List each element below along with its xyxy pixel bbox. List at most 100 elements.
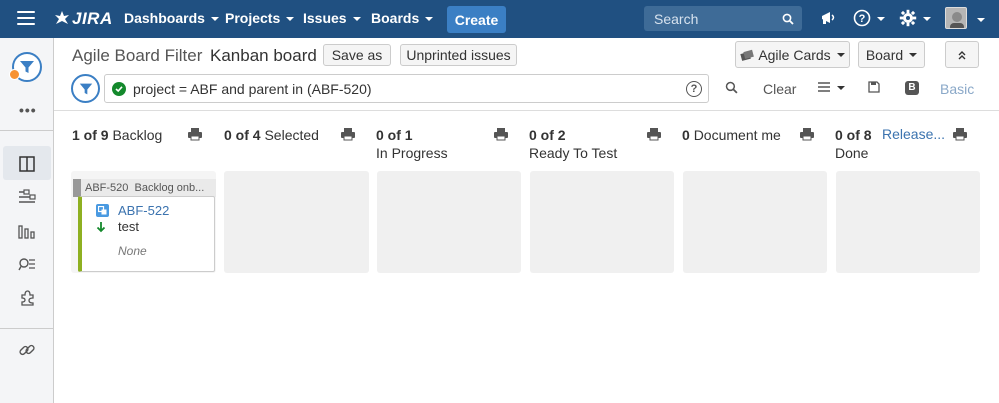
list-icon bbox=[818, 82, 830, 92]
filter-icon bbox=[20, 61, 34, 73]
swimlane-title: Backlog onb... bbox=[134, 182, 205, 194]
basic-mode-link[interactable]: Basic bbox=[940, 81, 974, 97]
column-count: 1 of 9 bbox=[72, 127, 109, 143]
gear-icon bbox=[899, 9, 917, 27]
filter-name: Agile Board Filter bbox=[72, 46, 203, 65]
logo-text: JIRA bbox=[72, 9, 113, 28]
print-icon[interactable] bbox=[493, 127, 509, 141]
valid-query-icon bbox=[112, 81, 126, 96]
column-header-done: 0 of 8 Done bbox=[835, 126, 872, 162]
clear-button[interactable]: Clear bbox=[763, 81, 796, 97]
column-selected bbox=[224, 171, 369, 273]
column-name: Done bbox=[835, 145, 869, 161]
chevron-down-icon bbox=[352, 16, 361, 21]
search-icon bbox=[782, 13, 794, 25]
column-header-in-progress: 0 of 1 In Progress bbox=[376, 126, 448, 162]
swimlane-header[interactable]: ABF-520 Backlog onb... bbox=[73, 179, 216, 197]
nav-issues-label: Issues bbox=[303, 10, 347, 26]
nav-projects[interactable]: Projects bbox=[225, 10, 295, 26]
nav-boards-label: Boards bbox=[371, 10, 420, 26]
query-options-menu[interactable] bbox=[817, 81, 845, 93]
print-icon[interactable] bbox=[187, 127, 203, 141]
issue-field-value: None bbox=[118, 244, 147, 258]
column-header-ready-to-test: 0 of 2 Ready To Test bbox=[529, 126, 617, 162]
add-ons-icon[interactable] bbox=[17, 288, 37, 308]
backlog-icon[interactable] bbox=[17, 187, 37, 207]
settings-menu[interactable] bbox=[899, 9, 931, 27]
filter-icon bbox=[79, 83, 92, 94]
column-done bbox=[836, 171, 980, 273]
unprinted-issues-button[interactable]: Unprinted issues bbox=[400, 44, 517, 66]
jql-query-input[interactable]: project = ABF and parent in (ABF-520) ? bbox=[104, 74, 709, 103]
save-query-button[interactable] bbox=[868, 81, 880, 93]
chevron-down-icon bbox=[286, 16, 295, 21]
board-icon[interactable] bbox=[17, 154, 37, 174]
board-name: Kanban board bbox=[210, 46, 317, 65]
subtask-icon bbox=[96, 204, 109, 217]
top-navigation-bar: JIRA Dashboards Projects Issues Boards C… bbox=[0, 0, 999, 38]
user-avatar[interactable] bbox=[945, 7, 967, 29]
agile-cards-label: Agile Cards bbox=[758, 46, 831, 63]
swimlane-key: ABF-520 bbox=[85, 182, 129, 194]
project-avatar[interactable] bbox=[9, 52, 42, 82]
column-name: Document me bbox=[693, 127, 781, 143]
double-chevron-up-icon bbox=[958, 50, 966, 59]
print-icon[interactable] bbox=[646, 127, 662, 141]
nav-issues[interactable]: Issues bbox=[303, 10, 361, 26]
nav-dashboards[interactable]: Dashboards bbox=[124, 10, 219, 26]
feedback-icon[interactable] bbox=[820, 9, 838, 27]
chevron-down-icon[interactable] bbox=[977, 18, 985, 22]
collapse-header-button[interactable] bbox=[945, 41, 979, 68]
more-icon[interactable]: ••• bbox=[19, 102, 37, 118]
save-as-button[interactable]: Save as bbox=[323, 44, 391, 66]
search-button[interactable] bbox=[725, 81, 738, 94]
jql-query-text: project = ABF and parent in (ABF-520) bbox=[133, 80, 372, 97]
search-input[interactable]: Search bbox=[644, 6, 802, 31]
chevron-down-icon bbox=[837, 85, 845, 90]
link-icon[interactable] bbox=[17, 340, 37, 360]
reports-icon[interactable] bbox=[17, 221, 37, 241]
header-divider bbox=[54, 110, 999, 111]
jira-logo[interactable]: JIRA bbox=[54, 9, 113, 29]
column-header-selected: 0 of 4 Selected bbox=[224, 126, 319, 144]
priority-low-icon bbox=[96, 222, 106, 233]
print-icon[interactable] bbox=[952, 127, 968, 141]
column-name: Selected bbox=[264, 127, 319, 143]
nav-boards[interactable]: Boards bbox=[371, 10, 434, 26]
save-icon bbox=[868, 81, 880, 93]
create-button[interactable]: Create bbox=[447, 6, 506, 33]
search-placeholder: Search bbox=[654, 10, 699, 27]
print-icon[interactable] bbox=[340, 127, 356, 141]
column-count: 0 of 2 bbox=[529, 127, 566, 143]
column-header-backlog: 1 of 9 Backlog bbox=[72, 126, 162, 144]
issue-search-icon[interactable] bbox=[17, 255, 37, 275]
issue-card[interactable]: ABF-522 test None bbox=[78, 196, 215, 272]
column-count: 0 of 4 bbox=[224, 127, 261, 143]
swimlane-color-bar bbox=[73, 179, 81, 197]
query-help-icon[interactable]: ? bbox=[686, 80, 702, 97]
issue-key[interactable]: ABF-522 bbox=[118, 203, 169, 218]
chevron-down-icon bbox=[877, 16, 885, 21]
column-count: 0 of 1 bbox=[376, 127, 413, 143]
chevron-down-icon bbox=[909, 53, 918, 57]
column-name: Backlog bbox=[112, 127, 163, 143]
svg-text:?: ? bbox=[859, 13, 866, 25]
chevron-down-icon bbox=[210, 16, 219, 21]
filter-toggle[interactable] bbox=[71, 74, 100, 103]
column-count: 0 bbox=[682, 127, 690, 143]
column-name: Ready To Test bbox=[529, 145, 618, 161]
help-menu[interactable]: ? bbox=[853, 9, 885, 27]
board-menu-button[interactable]: Board bbox=[858, 41, 925, 68]
sidebar-divider bbox=[0, 130, 54, 131]
cards-icon bbox=[740, 49, 755, 61]
release-link[interactable]: Release... bbox=[882, 126, 945, 142]
basic-mode-badge[interactable]: B bbox=[905, 81, 919, 95]
board-menu-label: Board bbox=[865, 46, 904, 63]
help-icon: ? bbox=[853, 9, 871, 27]
agile-cards-button[interactable]: Agile Cards bbox=[735, 41, 850, 68]
column-in-progress bbox=[377, 171, 521, 273]
print-icon[interactable] bbox=[799, 127, 815, 141]
column-header-document-me: 0 Document me bbox=[682, 126, 781, 144]
search-icon bbox=[725, 81, 738, 94]
menu-icon[interactable] bbox=[17, 11, 35, 25]
